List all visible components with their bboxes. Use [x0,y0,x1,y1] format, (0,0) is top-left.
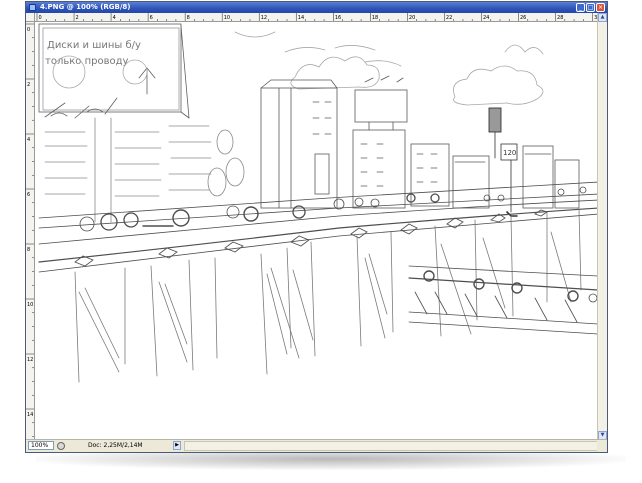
horizontal-ruler[interactable]: 024681012141618202224262830 [35,13,598,22]
ruler-label: 26 [520,15,526,21]
ruler-label: 10 [27,302,33,308]
close-button[interactable]: × [596,3,605,12]
status-icon[interactable] [57,442,65,450]
sketch-road-deck [38,181,598,273]
ruler-label: 6 [150,15,153,21]
document-window: 4.PNG @ 100% (RGB/8) _ □ × 0 2 4 6 8 10 12 14 16… [25,1,608,453]
ruler-label: 22 [446,15,452,21]
status-menu-arrow[interactable]: ▶ [173,441,181,450]
pencil-sketch: Диски и шины б/у только проводу 120 [38,23,598,383]
sketch-tire-stacks [44,125,245,197]
ruler-label: 6 [27,192,30,198]
ruler-label: 10 [224,15,230,21]
ruler-label: 0 [27,27,30,33]
ruler-label: 2 [27,82,30,88]
resize-grip-icon[interactable] [597,440,607,452]
app-icon [29,4,36,11]
vertical-ruler[interactable]: 0 2 4 6 8 10 12 14 [26,22,35,440]
ruler-origin[interactable] [26,13,35,22]
sketch-buildings [260,75,580,209]
maximize-button[interactable]: □ [586,3,595,12]
ruler-label: 12 [261,15,267,21]
vertical-ruler-ticks: 0 2 4 6 8 10 12 14 [26,23,34,437]
ruler-label: 16 [335,15,341,21]
billboard-text-2: только проводу [45,56,128,67]
minimize-button[interactable]: _ [576,3,585,12]
ruler-label: 14 [298,15,304,21]
document-size: Doc: 2,25M/2,14M [88,442,143,449]
ruler-label: 14 [27,412,33,418]
ruler-label: 28 [557,15,563,21]
sketch-billboard-left: Диски и шины б/у только проводу [38,23,190,223]
ruler-label: 12 [27,357,33,363]
status-bar: 100% Doc: 2,25M/2,14M ▶ [26,439,607,452]
horizontal-ruler-ticks: 024681012141618202224262830 [36,13,598,21]
sketch-clouds [234,31,544,106]
window-title: 4.PNG @ 100% (RGB/8) [40,3,131,11]
vertical-scrollbar[interactable]: ▲ ▼ [597,13,607,440]
ruler-label: 0 [39,15,42,21]
ruler-label: 8 [187,15,190,21]
document-canvas[interactable]: Диски и шины б/у только проводу 120 [35,22,598,440]
ruler-label: 4 [113,15,116,21]
ruler-label: 18 [372,15,378,21]
speed-limit-sign-text: 120 [503,149,516,157]
scroll-up-button[interactable]: ▲ [598,13,607,22]
billboard-text-1: Диски и шины б/у [47,40,141,51]
ruler-label: 20 [409,15,415,21]
title-bar[interactable]: 4.PNG @ 100% (RGB/8) _ □ × [26,2,607,13]
horizontal-scrollbar[interactable] [184,441,598,451]
ruler-label: 24 [483,15,489,21]
ruler-label: 2 [76,15,79,21]
ruler-label: 8 [27,247,30,253]
ruler-label: 4 [27,137,30,143]
sketch-pillars [74,209,582,383]
zoom-input[interactable]: 100% [28,441,54,450]
